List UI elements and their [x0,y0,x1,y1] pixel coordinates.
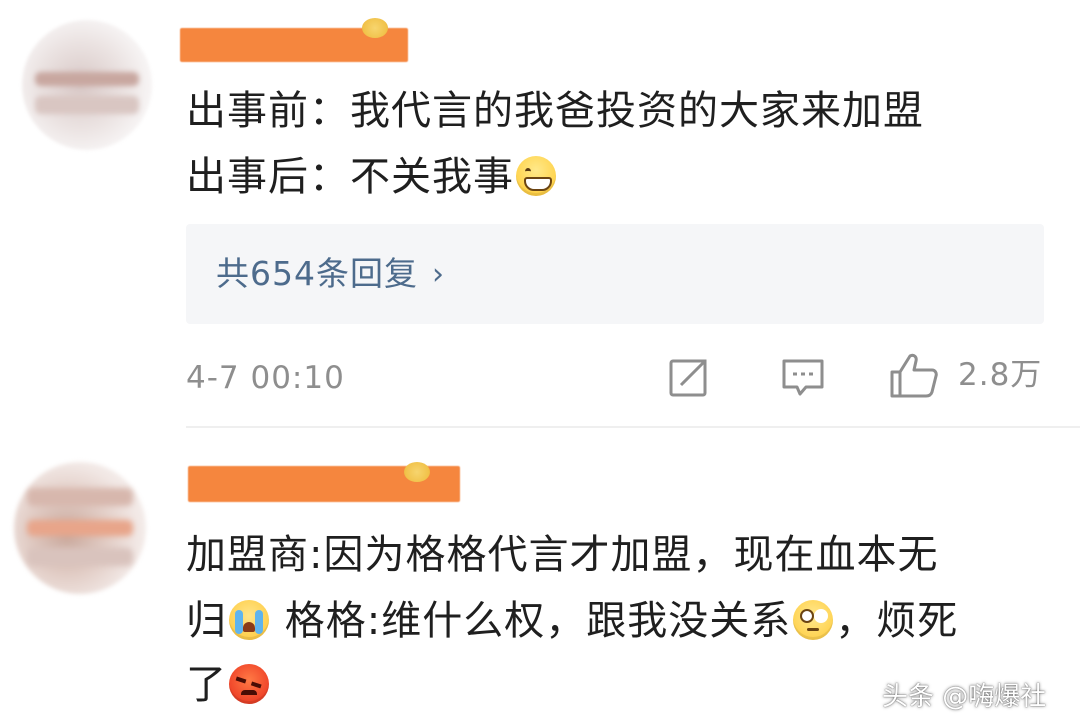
avatar[interactable] [14,462,146,594]
like-button[interactable]: 2.8万 [888,350,1042,400]
comment-line: 出事前：我代言的我爸投资的大家来加盟 [186,88,924,134]
comment-line: 归 格格:维什么权，跟我没关系 ，烦死 [186,592,958,650]
comment-line-text: ，烦死 [835,598,959,644]
comment-line-text: 出事后：不关我事 [186,154,514,200]
comment-icon [782,359,824,396]
comment-divider [186,426,1080,428]
comment-line: 了 [186,656,271,714]
comment-line: 加盟商:因为格格代言才加盟，现在血本无 [186,532,939,578]
vip-badge-icon [404,462,430,482]
grin-emoji-icon [516,156,556,196]
like-count: 2.8万 [958,357,1043,393]
eye-roll-emoji-icon [793,600,834,640]
replies-count-link[interactable]: 共654条回复 [216,249,418,299]
vip-badge-icon [362,18,388,38]
comment-line-text: 格格:维什么权，跟我没关系 [271,598,792,644]
share-button[interactable] [664,352,714,402]
replies-panel[interactable]: 共654条回复 › [186,224,1044,324]
comment-line-text: 归 [186,598,227,644]
share-icon [669,359,707,397]
comment-button[interactable] [778,352,828,402]
watermark: 头条 @嗨爆社 [882,682,1047,712]
comment-line-text: 了 [186,662,227,708]
comment-timestamp: 4-7 00:10 [186,360,345,396]
comment-line: 出事后：不关我事 [186,148,558,206]
chevron-right-icon: › [432,256,444,292]
thumbs-up-icon [890,353,938,398]
avatar[interactable] [22,20,152,150]
angry-emoji-icon [229,664,269,704]
crying-emoji-icon [229,600,269,640]
